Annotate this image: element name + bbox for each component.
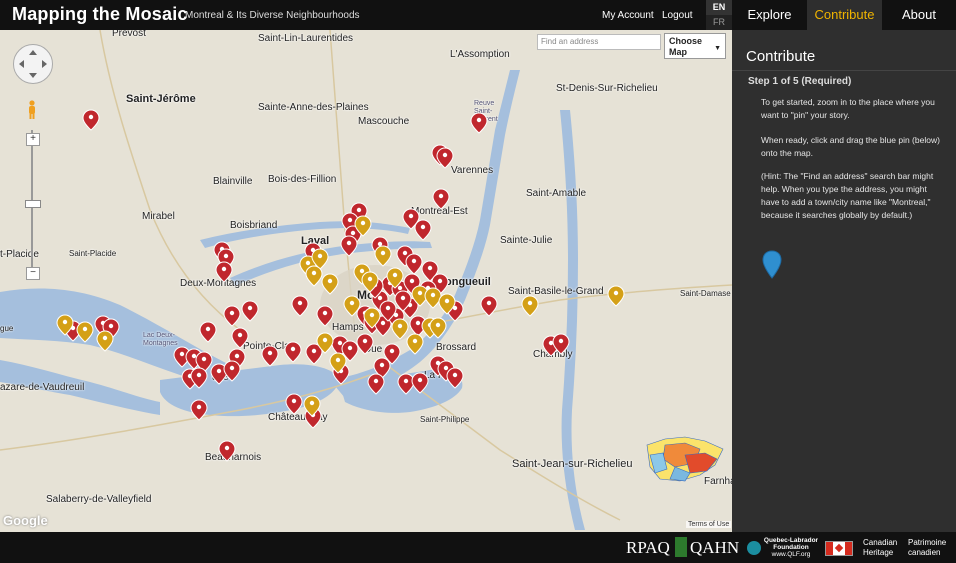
instruction-text: To get started, zoom in to the place whe…: [761, 97, 935, 120]
pan-control[interactable]: [13, 44, 53, 84]
qlf-name: Quebec-Labrador Foundation: [763, 537, 819, 551]
main-tabs: Explore Contribute About: [732, 0, 956, 30]
canada-flag-icon: [825, 541, 853, 556]
top-bar: Mapping the Mosaic Montreal & Its Divers…: [0, 0, 732, 30]
tab-about[interactable]: About: [882, 0, 956, 30]
story-pins-layer: [56, 109, 625, 462]
google-logo: Google: [3, 513, 48, 528]
find-address-input[interactable]: Find an address: [537, 34, 661, 50]
hint-text: (Hint: The "Find an address" search bar …: [761, 171, 934, 220]
panel-title: Contribute: [746, 48, 816, 65]
lang-en-button[interactable]: EN: [706, 0, 732, 15]
contribute-panel: Contribute Step 1 of 5 (Required) To get…: [732, 30, 956, 532]
pin-group-gold: [56, 215, 625, 417]
zoom-out-button[interactable]: −: [26, 267, 40, 280]
instruction-text: When ready, click and drag the blue pin …: [761, 135, 940, 158]
divider: [732, 70, 956, 71]
chevron-down-icon: ▼: [714, 45, 721, 52]
qahn-logo[interactable]: QAHN: [690, 538, 739, 558]
street-view-pegman-icon[interactable]: [27, 100, 37, 120]
qlf-logo[interactable]: Quebec-Labrador Foundation www.QLF.org: [762, 537, 820, 558]
pan-arrows-icon: [19, 50, 47, 78]
canadian-heritage-label[interactable]: Canadian Heritage: [863, 538, 897, 558]
rpaq-logo[interactable]: RPAQ: [626, 538, 670, 558]
label-line: Patrimoine: [908, 538, 947, 547]
label-line: canadien: [908, 548, 941, 557]
map-canvas[interactable]: Prévost Saint-Lin-Laurentides L'Assompti…: [0, 30, 732, 532]
label-line: Canadian: [863, 538, 898, 547]
choose-map-label: Choose Map: [669, 36, 703, 57]
qahn-emblem-icon: [675, 537, 687, 557]
qlf-url: www.QLF.org: [771, 551, 811, 558]
lang-fr-button[interactable]: FR: [706, 15, 732, 30]
tab-explore[interactable]: Explore: [732, 0, 807, 30]
site-title[interactable]: Mapping the Mosaic: [12, 4, 188, 25]
language-switcher: EN FR: [706, 0, 732, 30]
qlf-logo-icon: [747, 541, 761, 555]
patrimoine-canadien-label[interactable]: Patrimoine canadien: [908, 538, 946, 558]
site-tagline: Montreal & Its Diverse Neighbourhoods: [185, 10, 360, 21]
zoom-slider-handle[interactable]: [25, 200, 41, 208]
step-indicator: Step 1 of 5 (Required): [748, 76, 852, 87]
draggable-blue-pin-icon[interactable]: [762, 250, 782, 280]
zoom-in-button[interactable]: +: [26, 133, 40, 146]
terms-of-use-link[interactable]: Terms of Use: [686, 521, 732, 528]
my-account-link[interactable]: My Account: [602, 10, 654, 21]
tab-contribute[interactable]: Contribute: [807, 0, 882, 30]
label-line: Heritage: [863, 548, 894, 557]
sponsor-footer: RPAQ QAHN Quebec-Labrador Foundation www…: [0, 532, 956, 563]
logout-link[interactable]: Logout: [662, 10, 693, 21]
choose-map-dropdown[interactable]: Choose Map ▼: [664, 33, 726, 59]
neighbourhood-overlay-map[interactable]: [645, 435, 725, 483]
